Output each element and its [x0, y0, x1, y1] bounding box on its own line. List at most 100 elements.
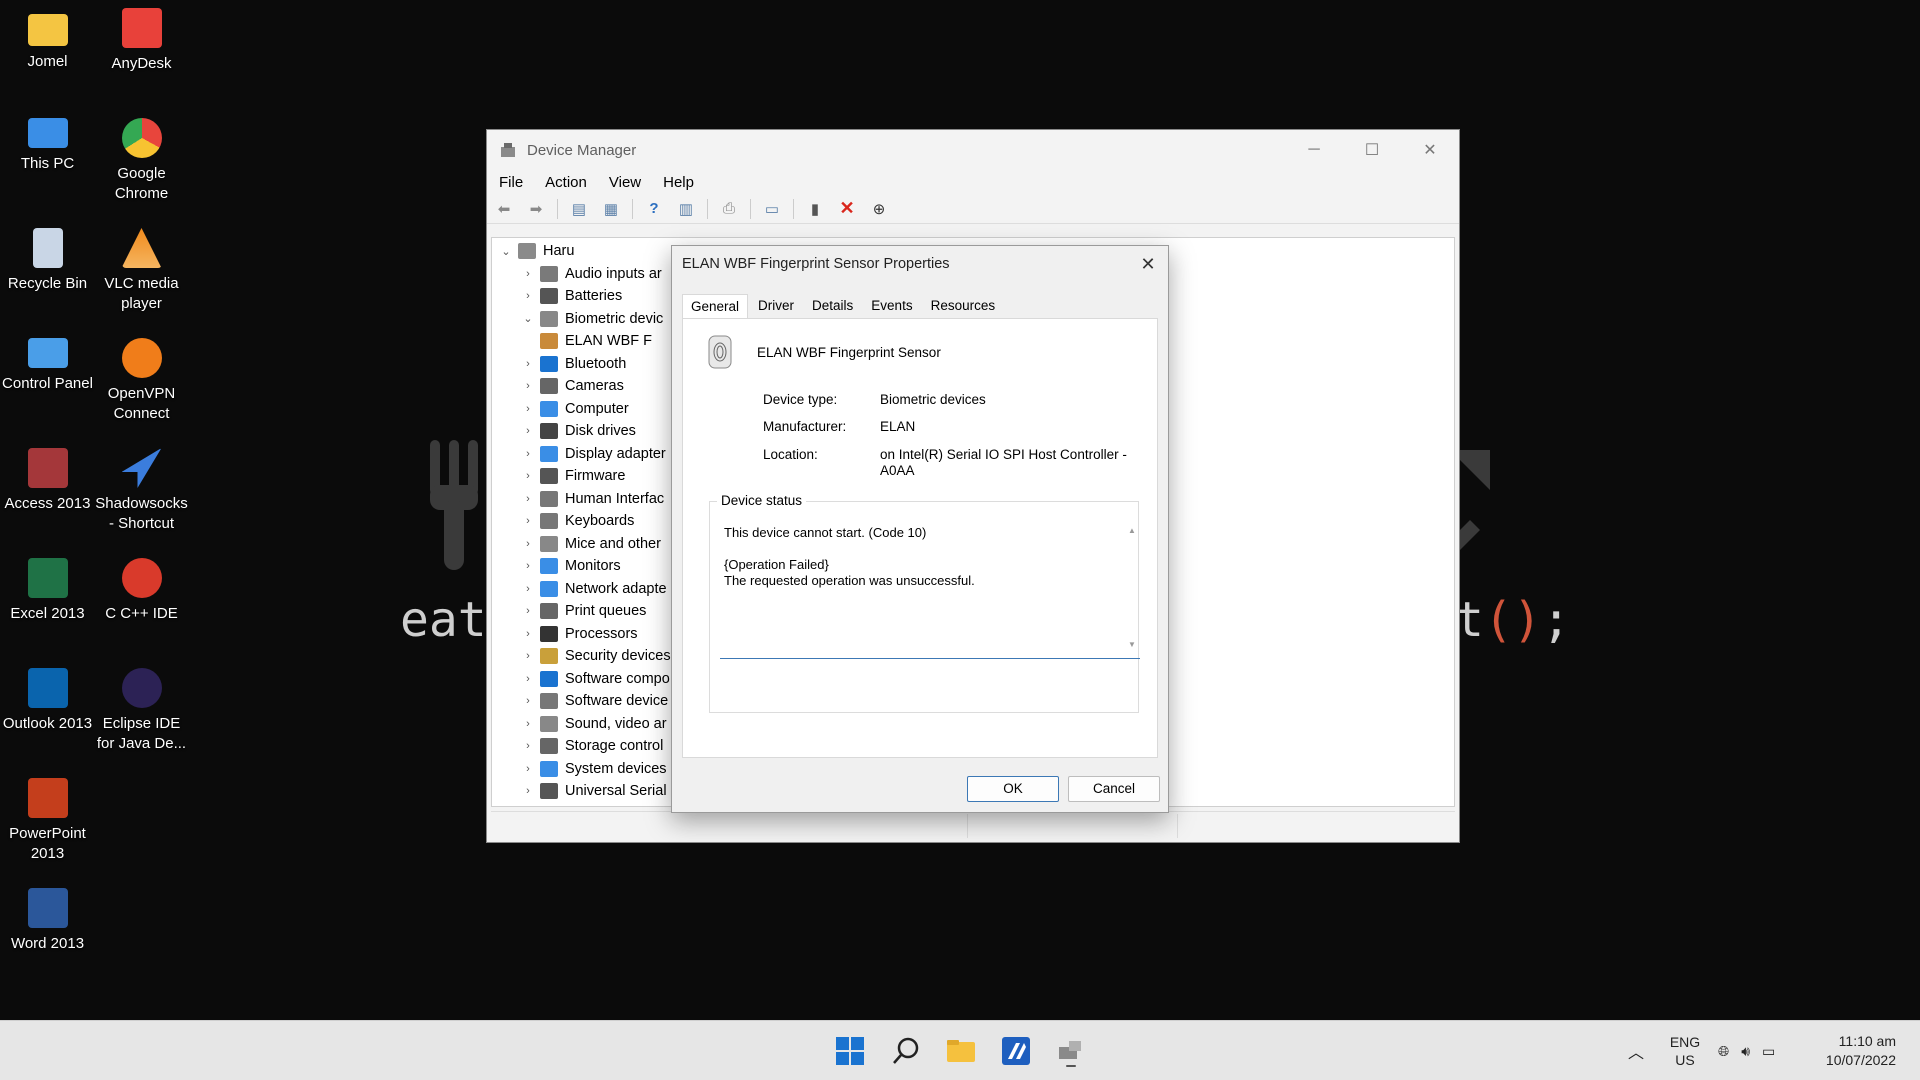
tree-child-item[interactable]: ELAN WBF F: [498, 330, 678, 353]
desktop-icon-control-panel[interactable]: Control Panel: [0, 330, 95, 394]
desktop-icon-access[interactable]: Access 2013: [0, 440, 95, 514]
chevron-right-icon[interactable]: ›: [520, 493, 536, 505]
tree-category-item[interactable]: › Print queues: [498, 600, 678, 623]
tab-resources[interactable]: Resources: [923, 294, 1004, 318]
desktop-icon-chrome[interactable]: Google Chrome: [94, 110, 189, 204]
scan-hardware-button[interactable]: ▭: [761, 198, 783, 220]
desktop-icon-word[interactable]: Word 2013: [0, 880, 95, 954]
chevron-right-icon[interactable]: ›: [520, 268, 536, 280]
tree-category-item[interactable]: › System devices: [498, 758, 678, 781]
search-icon[interactable]: [890, 1035, 922, 1067]
close-button[interactable]: ✕: [1401, 130, 1459, 170]
show-hidden-icons-button[interactable]: ︿: [1628, 1021, 1644, 1080]
chevron-right-icon[interactable]: ›: [520, 380, 536, 392]
desktop-icon-eclipse[interactable]: Eclipse IDE for Java De...: [94, 660, 189, 754]
tree-category-item[interactable]: › Network adapte: [498, 578, 678, 601]
dialog-close-button[interactable]: ✕: [1136, 252, 1160, 276]
tab-details[interactable]: Details: [804, 294, 861, 318]
status-scrollbar[interactable]: ▲ ▼: [1124, 519, 1140, 657]
chevron-right-icon[interactable]: ›: [520, 718, 536, 730]
tab-general[interactable]: General: [682, 294, 749, 318]
tab-driver[interactable]: Driver: [750, 294, 802, 318]
tree-category-item[interactable]: › Keyboards: [498, 510, 678, 533]
back-button[interactable]: ⬅: [493, 198, 515, 220]
tree-category-item[interactable]: › Storage control: [498, 735, 678, 758]
tree-category-item[interactable]: › Batteries: [498, 285, 678, 308]
chevron-down-icon[interactable]: ⌄: [520, 312, 536, 325]
tree-category-item[interactable]: › Software compo: [498, 668, 678, 691]
chevron-down-icon[interactable]: ⌄: [498, 245, 514, 258]
tree-category-item[interactable]: › Mice and other: [498, 533, 678, 556]
desktop-icon-jomel[interactable]: Jomel: [0, 0, 95, 72]
tree-category-item[interactable]: › Security devices: [498, 645, 678, 668]
tree-category-item[interactable]: › Computer: [498, 398, 678, 421]
tree-category-item[interactable]: › Disk drives: [498, 420, 678, 443]
menu-file[interactable]: File: [499, 174, 523, 191]
windows-start-icon[interactable]: [834, 1035, 866, 1067]
chevron-right-icon[interactable]: ›: [520, 605, 536, 617]
chevron-right-icon[interactable]: ›: [520, 583, 536, 595]
tree-category-item[interactable]: › Audio inputs ar: [498, 263, 678, 286]
tree-category-item[interactable]: › Universal Serial: [498, 780, 678, 803]
file-explorer-icon[interactable]: [945, 1035, 977, 1067]
tree-root[interactable]: ⌄ Haru: [498, 240, 678, 263]
action-pane-button[interactable]: ▥: [675, 198, 697, 220]
clock[interactable]: 11:10 am 10/07/2022: [1808, 1021, 1896, 1080]
device-status-textbox[interactable]: This device cannot start. (Code 10) {Ope…: [720, 519, 1140, 659]
tree-category-item[interactable]: › Firmware: [498, 465, 678, 488]
menu-action[interactable]: Action: [545, 174, 587, 191]
tree-category-item[interactable]: › Display adapter: [498, 443, 678, 466]
chevron-right-icon[interactable]: ›: [520, 425, 536, 437]
chevron-right-icon[interactable]: ›: [520, 515, 536, 527]
desktop-icon-openvpn[interactable]: OpenVPN Connect: [94, 330, 189, 424]
cancel-button[interactable]: Cancel: [1068, 776, 1160, 802]
chevron-right-icon[interactable]: ›: [520, 650, 536, 662]
chevron-right-icon[interactable]: ›: [520, 470, 536, 482]
scroll-down-icon[interactable]: ▼: [1124, 637, 1140, 653]
forward-button[interactable]: ➡: [525, 198, 547, 220]
tree-category-item[interactable]: › Sound, video ar: [498, 713, 678, 736]
desktop-icon-shadowsocks[interactable]: Shadowsocks - Shortcut: [94, 440, 189, 534]
tab-events[interactable]: Events: [863, 294, 920, 318]
battery-icon[interactable]: ▭: [1762, 1043, 1775, 1060]
globe-network-icon[interactable]: 🌐︎: [1718, 1043, 1729, 1060]
language-indicator[interactable]: ENG US: [1668, 1021, 1702, 1080]
desktop-icon-outlook[interactable]: Outlook 2013: [0, 660, 95, 734]
tree-category-item[interactable]: › Processors: [498, 623, 678, 646]
chevron-right-icon[interactable]: ›: [520, 448, 536, 460]
chevron-right-icon[interactable]: ›: [520, 403, 536, 415]
chevron-right-icon[interactable]: ›: [520, 358, 536, 370]
desktop-icon-this-pc[interactable]: This PC: [0, 110, 95, 174]
chevron-right-icon[interactable]: ›: [520, 695, 536, 707]
chevron-right-icon[interactable]: ›: [520, 290, 536, 302]
enable-device-button[interactable]: ⊕: [868, 198, 890, 220]
maximize-button[interactable]: ☐: [1343, 130, 1401, 170]
app-icon-blue[interactable]: [1000, 1035, 1032, 1067]
update-driver-button[interactable]: ▮: [804, 198, 826, 220]
menu-view[interactable]: View: [609, 174, 641, 191]
chevron-right-icon[interactable]: ›: [520, 560, 536, 572]
chevron-right-icon[interactable]: ›: [520, 763, 536, 775]
tree-category-item[interactable]: › Human Interfac: [498, 488, 678, 511]
show-hide-tree-button[interactable]: ▤: [568, 198, 590, 220]
menu-help[interactable]: Help: [663, 174, 694, 191]
chevron-right-icon[interactable]: ›: [520, 740, 536, 752]
desktop-icon-vlc[interactable]: VLC media player: [94, 220, 189, 314]
tree-category-item[interactable]: › Monitors: [498, 555, 678, 578]
desktop-icon-anydesk[interactable]: AnyDesk: [94, 0, 189, 74]
chevron-right-icon[interactable]: ›: [520, 538, 536, 550]
dialog-title-bar[interactable]: ELAN WBF Fingerprint Sensor Properties: [672, 246, 1168, 282]
desktop-icon-recycle-bin[interactable]: Recycle Bin: [0, 220, 95, 294]
desktop-icon-dev-cpp[interactable]: C C++ IDE: [94, 550, 189, 624]
desktop-icon-powerpoint[interactable]: PowerPoint 2013: [0, 770, 95, 864]
minimize-button[interactable]: ─: [1285, 130, 1343, 170]
desktop-icon-excel[interactable]: Excel 2013: [0, 550, 95, 624]
tree-category-item[interactable]: › Bluetooth: [498, 353, 678, 376]
help-button[interactable]: ?: [643, 198, 665, 220]
properties-button[interactable]: ▦: [600, 198, 622, 220]
chevron-right-icon[interactable]: ›: [520, 785, 536, 797]
speaker-icon[interactable]: 🔊︎: [1741, 1043, 1750, 1060]
tree-category-item[interactable]: ⌄ Biometric devic: [498, 308, 678, 331]
uninstall-device-button[interactable]: ✕: [836, 198, 858, 220]
chevron-right-icon[interactable]: ›: [520, 673, 536, 685]
